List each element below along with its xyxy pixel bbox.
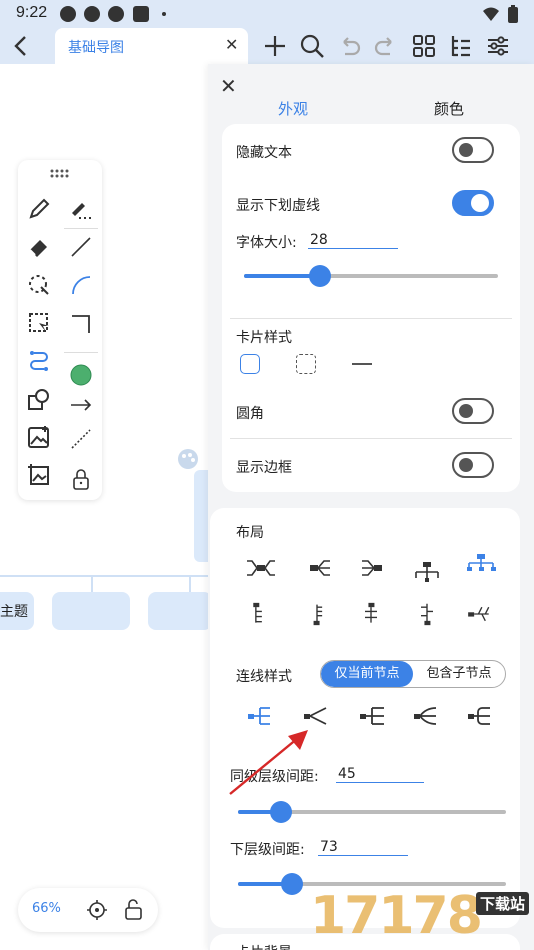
child-gap-input[interactable]: 73	[318, 839, 408, 856]
layout-label: 布局	[236, 525, 264, 541]
connector-icon[interactable]	[26, 348, 52, 374]
locate-icon[interactable]	[86, 899, 108, 921]
lock-open-icon[interactable]	[68, 466, 94, 492]
rounded-toggle[interactable]	[452, 398, 494, 424]
child-node[interactable]	[148, 592, 212, 630]
layout-tree-both-icon[interactable]	[354, 602, 388, 626]
wifi-icon	[483, 7, 499, 21]
layout-left-icon[interactable]	[354, 556, 388, 580]
layout-tree-left-icon[interactable]	[300, 602, 334, 626]
sibling-gap-input[interactable]: 45	[336, 766, 424, 783]
card-style-line-option[interactable]	[352, 363, 372, 365]
sibling-gap-slider[interactable]	[238, 801, 506, 823]
drag-handle-icon[interactable]	[49, 168, 71, 178]
pencil-icon[interactable]	[26, 196, 52, 222]
right-angle-icon[interactable]	[68, 310, 94, 336]
notification-icon	[60, 6, 76, 22]
layout-right-icon[interactable]	[304, 556, 338, 580]
zoom-bar: 66%	[18, 888, 158, 932]
arc-icon[interactable]	[68, 272, 94, 298]
hide-text-toggle[interactable]	[452, 137, 494, 163]
notification-icon	[84, 6, 100, 22]
undo-icon[interactable]	[335, 32, 363, 60]
settings-sliders-icon[interactable]	[484, 32, 512, 60]
line-style-label: 连线样式	[236, 669, 292, 685]
layout-tree-right-icon[interactable]	[244, 602, 278, 626]
select-area-icon[interactable]	[26, 310, 52, 336]
grid-icon[interactable]	[410, 32, 438, 60]
document-tab[interactable]: 基础导图 ✕	[55, 28, 248, 64]
show-underline-label: 显示下划虚线	[236, 198, 320, 214]
zoom-level[interactable]: 66%	[32, 901, 61, 916]
notification-icon	[133, 6, 149, 22]
lock-open-icon[interactable]	[122, 898, 144, 920]
line-scope-segmented: 仅当前节点 包含子节点	[320, 660, 506, 688]
child-gap-label: 下层级间距:	[230, 842, 305, 858]
add-icon[interactable]	[261, 32, 289, 60]
child-node[interactable]	[52, 592, 130, 630]
tab-title: 基础导图	[68, 40, 124, 56]
layout-timeline-icon[interactable]	[410, 602, 444, 626]
font-size-slider[interactable]	[244, 265, 498, 287]
annotation-arrow	[229, 730, 308, 795]
show-border-toggle[interactable]	[452, 452, 494, 478]
dashed-line-icon[interactable]	[68, 426, 94, 452]
font-size-label: 字体大小:	[236, 235, 297, 251]
redo-icon[interactable]	[372, 32, 400, 60]
outline-icon[interactable]	[446, 32, 474, 60]
image-add-icon[interactable]	[26, 424, 52, 450]
card-style-dashed-option[interactable]	[296, 354, 316, 374]
drawing-tool-palette	[18, 160, 102, 500]
palette-icon[interactable]	[176, 448, 200, 470]
rounded-label: 圆角	[236, 406, 264, 422]
layout-org-down-icon[interactable]	[410, 560, 444, 584]
watermark-tag: 下载站	[476, 892, 530, 915]
line-icon[interactable]	[68, 234, 94, 260]
card-style-label: 卡片样式	[236, 330, 292, 346]
battery-icon	[508, 5, 518, 23]
layout-card: 布局 连线样式 仅当前节点 包含子节点 同级层级间距: 45 下层级间距: 73	[210, 508, 520, 928]
text-settings-card: 隐藏文本 显示下划虚线 字体大小: 28 卡片样式 圆角 显示边框	[222, 124, 520, 492]
layout-org-chart-icon[interactable]	[464, 552, 498, 576]
style-panel: ✕ 外观 颜色 隐藏文本 显示下划虚线 字体大小: 28 卡片样式 圆角 显示边…	[208, 64, 534, 950]
watermark-digits: 17178	[310, 886, 483, 946]
current-node-only-option[interactable]: 仅当前节点	[321, 661, 413, 687]
color-swatch-icon[interactable]	[68, 362, 94, 388]
root-node[interactable]: 主题	[0, 592, 34, 630]
top-toolbar: 基础导图 ✕	[0, 28, 534, 64]
line-style-curve-icon[interactable]	[412, 704, 446, 728]
pencil-dotted-icon[interactable]	[68, 196, 94, 222]
shapes-icon[interactable]	[26, 386, 52, 412]
show-underline-toggle[interactable]	[452, 190, 494, 216]
panel-close-icon[interactable]: ✕	[220, 74, 237, 98]
tab-color[interactable]: 颜色	[434, 98, 464, 119]
search-icon[interactable]	[298, 32, 326, 60]
show-border-label: 显示边框	[236, 460, 292, 476]
card-style-rounded-option[interactable]	[240, 354, 260, 374]
tab-appearance[interactable]: 外观	[278, 98, 308, 119]
arrow-line-icon[interactable]	[68, 392, 94, 418]
line-style-elbow-icon[interactable]	[358, 704, 392, 728]
layout-mindmap-icon[interactable]	[244, 556, 278, 580]
lasso-icon[interactable]	[26, 272, 52, 298]
tab-close-icon[interactable]: ✕	[225, 35, 238, 54]
selected-node[interactable]	[194, 470, 208, 562]
font-size-input[interactable]: 28	[308, 232, 398, 249]
line-style-round-corner-icon[interactable]	[466, 704, 500, 728]
image-crop-icon[interactable]	[26, 462, 52, 488]
root-node-label: 主题	[0, 604, 28, 620]
hide-text-label: 隐藏文本	[236, 145, 292, 161]
card-background-label: 卡片背景	[236, 942, 292, 950]
notification-icon	[108, 6, 124, 22]
layout-fishbone-icon[interactable]	[464, 602, 498, 626]
back-icon[interactable]	[8, 32, 36, 60]
watermark-logo: 17178 下载站	[310, 886, 534, 950]
eraser-icon[interactable]	[26, 234, 52, 260]
status-bar: 9:22	[0, 0, 534, 28]
more-notifications-icon	[162, 12, 166, 16]
include-children-option[interactable]: 包含子节点	[413, 661, 505, 687]
status-time: 9:22	[16, 4, 48, 21]
